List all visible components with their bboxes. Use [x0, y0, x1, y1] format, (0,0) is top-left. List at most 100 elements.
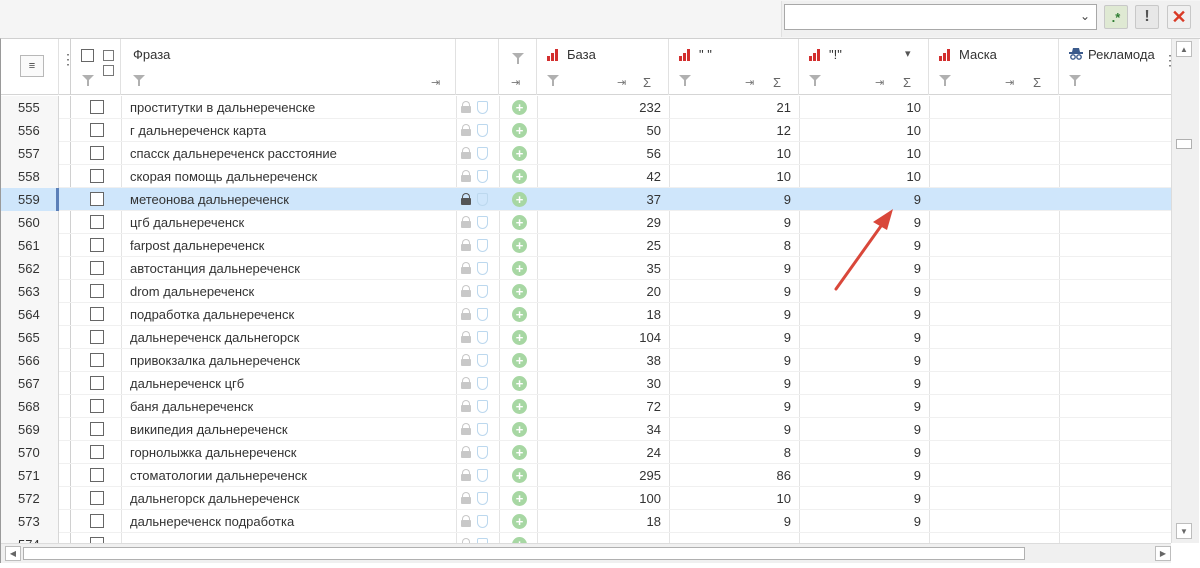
pin-icon[interactable]: ⇥: [875, 76, 884, 89]
shield-icon[interactable]: [477, 170, 488, 183]
add-icon[interactable]: +: [512, 284, 527, 299]
shield-icon[interactable]: [477, 400, 488, 413]
shield-icon[interactable]: [477, 216, 488, 229]
pin-icon[interactable]: ⇥: [511, 76, 520, 89]
add-icon[interactable]: +: [512, 261, 527, 276]
shield-icon[interactable]: [477, 101, 488, 114]
table-row[interactable]: 562 автостанция дальнереченск +35 9 9: [1, 257, 1171, 280]
filter-dropdown[interactable]: ⌄: [784, 4, 1097, 30]
sort-icon[interactable]: ≡: [20, 55, 44, 77]
row-checkbox[interactable]: [90, 284, 104, 298]
add-icon[interactable]: +: [512, 330, 527, 345]
column-header-mask[interactable]: Маска ⇥ Σ: [929, 39, 1059, 95]
lock-icon[interactable]: [461, 446, 471, 458]
lock-icon[interactable]: [461, 377, 471, 389]
column-header-ads[interactable]: Рекламода ⋮: [1059, 39, 1177, 95]
add-icon[interactable]: +: [512, 376, 527, 391]
add-icon[interactable]: +: [512, 100, 527, 115]
table-row[interactable]: 556 г дальнереченск карта +50 12 10: [1, 119, 1171, 142]
row-checkbox[interactable]: [90, 399, 104, 413]
table-row[interactable]: 560 цгб дальнереченск +29 9 9: [1, 211, 1171, 234]
add-icon[interactable]: +: [512, 123, 527, 138]
shield-icon[interactable]: [477, 446, 488, 459]
filter-icon[interactable]: [82, 75, 94, 86]
filter-icon[interactable]: [547, 75, 559, 86]
row-checkbox[interactable]: [90, 169, 104, 183]
pin-icon[interactable]: ⇥: [431, 76, 440, 89]
lock-icon[interactable]: [461, 400, 471, 412]
shield-icon[interactable]: [477, 308, 488, 321]
table-row[interactable]: 573 дальнереченск подработка +18 9 9: [1, 510, 1171, 533]
toggle-box-icon[interactable]: [103, 65, 114, 76]
add-icon[interactable]: +: [512, 307, 527, 322]
shield-icon[interactable]: [477, 331, 488, 344]
lock-icon[interactable]: [461, 262, 471, 274]
exclamation-button[interactable]: !: [1135, 5, 1159, 29]
row-checkbox[interactable]: [90, 215, 104, 229]
table-row[interactable]: 561 farpost дальнереченск +25 8 9: [1, 234, 1171, 257]
filter-icon[interactable]: [512, 53, 524, 64]
sort-desc-icon[interactable]: ▾: [905, 47, 911, 60]
add-icon[interactable]: +: [512, 445, 527, 460]
lock-icon[interactable]: [461, 492, 471, 504]
horizontal-scrollbar[interactable]: ◀ ▶: [1, 543, 1171, 563]
table-row[interactable]: 570 горнолыжка дальнереченск +24 8 9: [1, 441, 1171, 464]
shield-icon[interactable]: [477, 423, 488, 436]
vertical-scrollbar[interactable]: ▲ ▼: [1171, 39, 1199, 543]
add-icon[interactable]: +: [512, 192, 527, 207]
shield-icon[interactable]: [477, 285, 488, 298]
row-checkbox[interactable]: [90, 261, 104, 275]
row-checkbox[interactable]: [90, 100, 104, 114]
sum-icon[interactable]: Σ: [903, 75, 911, 90]
lock-icon[interactable]: [461, 308, 471, 320]
column-header-exact[interactable]: "!" ▾ ⇥ Σ: [799, 39, 929, 95]
lock-icon[interactable]: [461, 101, 471, 113]
shield-icon[interactable]: [477, 193, 488, 206]
lock-icon[interactable]: [461, 423, 471, 435]
sum-icon[interactable]: Σ: [1033, 75, 1041, 90]
add-icon[interactable]: +: [512, 514, 527, 529]
row-checkbox[interactable]: [90, 422, 104, 436]
lock-icon[interactable]: [461, 469, 471, 481]
table-row[interactable]: 569 википедия дальнереченск +34 9 9: [1, 418, 1171, 441]
shield-icon[interactable]: [477, 239, 488, 252]
add-icon[interactable]: +: [512, 169, 527, 184]
table-row[interactable]: 571 стоматологии дальнереченск +295 86 9: [1, 464, 1171, 487]
shield-icon[interactable]: [477, 354, 488, 367]
lock-icon[interactable]: [461, 193, 471, 205]
row-checkbox[interactable]: [90, 123, 104, 137]
table-row[interactable]: 567 дальнереченск цгб +30 9 9: [1, 372, 1171, 395]
shield-icon[interactable]: [477, 492, 488, 505]
table-row[interactable]: 572 дальнегорск дальнереченск +100 10 9: [1, 487, 1171, 510]
row-checkbox[interactable]: [90, 330, 104, 344]
lock-icon[interactable]: [461, 216, 471, 228]
add-icon[interactable]: +: [512, 491, 527, 506]
select-all-checkbox[interactable]: [81, 49, 94, 62]
pin-icon[interactable]: ⇥: [1005, 76, 1014, 89]
table-row[interactable]: 555 проститутки в дальнереченске +232 21 10: [1, 96, 1171, 119]
table-row[interactable]: 566 привокзалка дальнереченск +38 9 9: [1, 349, 1171, 372]
table-row[interactable]: 557 спасск дальнереченск расстояние +56 10 1…: [1, 142, 1171, 165]
lock-icon[interactable]: [461, 124, 471, 136]
regex-button[interactable]: .*: [1104, 5, 1128, 29]
row-checkbox[interactable]: [90, 192, 104, 206]
filter-icon[interactable]: [679, 75, 691, 86]
row-checkbox[interactable]: [90, 514, 104, 528]
add-icon[interactable]: +: [512, 238, 527, 253]
scroll-down-button[interactable]: ▼: [1176, 523, 1192, 539]
scroll-thumb[interactable]: [23, 547, 1025, 560]
shield-icon[interactable]: [477, 124, 488, 137]
shield-icon[interactable]: [477, 515, 488, 528]
row-checkbox[interactable]: [90, 307, 104, 321]
scroll-up-button[interactable]: ▲: [1176, 41, 1192, 57]
lock-icon[interactable]: [461, 285, 471, 297]
add-icon[interactable]: +: [512, 215, 527, 230]
table-row[interactable]: 559 метеонова дальнереченск +37 9 9: [1, 188, 1171, 211]
table-row[interactable]: 568 баня дальнереченск +72 9 9: [1, 395, 1171, 418]
row-checkbox[interactable]: [90, 376, 104, 390]
pin-icon[interactable]: ⇥: [745, 76, 754, 89]
sum-icon[interactable]: Σ: [643, 75, 651, 90]
lock-icon[interactable]: [461, 170, 471, 182]
add-icon[interactable]: +: [512, 422, 527, 437]
scroll-thumb[interactable]: [1176, 139, 1192, 149]
